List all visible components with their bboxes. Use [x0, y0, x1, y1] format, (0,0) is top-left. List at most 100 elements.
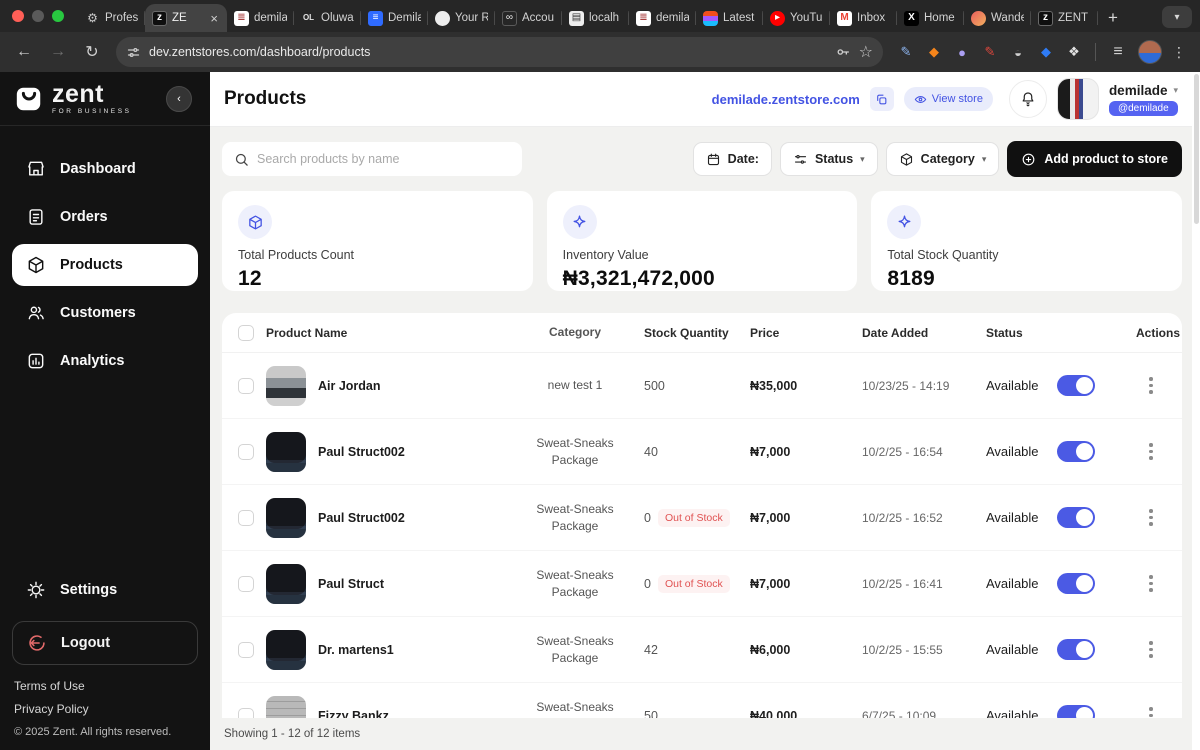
category-filter-button[interactable]: Category ▾	[885, 142, 1000, 176]
row-actions-menu-icon[interactable]	[1145, 373, 1157, 398]
browser-toolbar: ← → ↻ dev.zentstores.com/dashboard/produ…	[0, 32, 1200, 72]
availability-toggle[interactable]	[1056, 705, 1095, 718]
row-actions-menu-icon[interactable]	[1145, 571, 1157, 596]
column-header: Actions	[1136, 325, 1181, 340]
availability-toggle[interactable]	[1056, 507, 1095, 528]
product-price: ₦7,000	[750, 576, 791, 591]
browser-tab[interactable]: ≣ demila	[629, 4, 696, 32]
row-actions-menu-icon[interactable]	[1145, 637, 1157, 662]
row-actions-menu-icon[interactable]	[1145, 505, 1157, 530]
extensions-row: ✎ ◆ ● ✎ ◒ ◆ ❖	[893, 43, 1087, 61]
row-actions-menu-icon[interactable]	[1145, 439, 1157, 464]
site-settings-icon[interactable]	[126, 45, 141, 60]
privacy-link[interactable]: Privacy Policy	[14, 702, 196, 716]
reload-button[interactable]: ↻	[78, 38, 106, 66]
row-checkbox[interactable]	[238, 377, 254, 394]
browser-tab[interactable]: Latest	[696, 4, 763, 32]
row-checkbox[interactable]	[238, 509, 254, 526]
availability-toggle[interactable]	[1056, 573, 1095, 594]
sidebar-item-products[interactable]: Products	[12, 244, 198, 286]
availability-toggle[interactable]	[1056, 639, 1095, 660]
select-all-checkbox[interactable]	[238, 324, 254, 341]
sidebar-item-orders[interactable]: Orders	[12, 196, 198, 238]
sidebar-item-customers[interactable]: Customers	[12, 292, 198, 334]
browser-tab[interactable]: ▸ YouTub	[763, 4, 830, 32]
row-checkbox[interactable]	[238, 641, 254, 658]
stat-value: 12	[238, 267, 262, 290]
status-label: Available	[986, 378, 1039, 393]
zoom-window-button[interactable]	[52, 10, 64, 22]
url-text[interactable]: dev.zentstores.com/dashboard/products	[149, 45, 827, 59]
date-filter-button[interactable]: Date:	[692, 142, 772, 176]
extension-icon[interactable]: ✎	[981, 43, 999, 61]
page-content: Date: Status ▾ Category	[210, 127, 1192, 718]
tab-search-chevron-button[interactable]: ▾	[1162, 6, 1192, 28]
browser-tab[interactable]: OL Oluwa	[294, 4, 361, 32]
extension-icon[interactable]: ◒	[1009, 43, 1027, 61]
terms-link[interactable]: Terms of Use	[14, 679, 196, 693]
tab-groups-icon[interactable]: ≡	[1104, 38, 1132, 66]
passwords-key-icon[interactable]	[835, 44, 851, 60]
notifications-bell-button[interactable]	[1008, 80, 1047, 118]
status-label: Available	[986, 642, 1039, 657]
browser-profile-avatar[interactable]	[1138, 40, 1162, 64]
page-scrollbar[interactable]	[1192, 72, 1200, 750]
forward-button[interactable]: →	[44, 38, 72, 66]
status-label: Available	[986, 576, 1039, 591]
browser-tab[interactable]: M Inbox	[830, 4, 897, 32]
logout-button[interactable]: Logout	[12, 621, 198, 665]
view-store-button[interactable]: View store	[903, 87, 993, 111]
browser-tab[interactable]: ⚙ Profes	[78, 4, 145, 32]
back-button[interactable]: ←	[10, 38, 38, 66]
extension-icon[interactable]: ✎	[897, 43, 915, 61]
browser-tab[interactable]: ≡ Demila	[361, 4, 428, 32]
extension-icon[interactable]: ❖	[1065, 43, 1083, 61]
search-input[interactable]	[257, 152, 510, 166]
tab-title: demila	[254, 12, 287, 24]
address-bar[interactable]: dev.zentstores.com/dashboard/products ☆	[116, 37, 883, 67]
date-added: 10/2/25 - 16:54	[862, 444, 943, 459]
browser-tab[interactable]: ▤ localh	[562, 4, 629, 32]
extension-icon[interactable]: ◆	[1037, 43, 1055, 61]
store-url-link[interactable]: demilade.zentstore.com	[712, 92, 860, 107]
extension-icon[interactable]: ●	[953, 43, 971, 61]
sidebar-collapse-button[interactable]: ‹	[166, 86, 192, 112]
scrollbar-thumb[interactable]	[1193, 74, 1199, 224]
tab-favicon: ≡	[368, 10, 383, 26]
availability-toggle[interactable]	[1056, 375, 1095, 396]
minimize-window-button[interactable]	[32, 10, 44, 22]
sidebar-item-analytics[interactable]: Analytics	[12, 340, 198, 382]
browser-tab[interactable]: Wande	[964, 4, 1031, 32]
browser-tab[interactable]: z ZENT	[1031, 4, 1098, 32]
page-title: Products	[224, 88, 307, 109]
browser-tab[interactable]: ∞ Accou	[495, 4, 562, 32]
chevron-down-icon[interactable]: ▾	[1173, 85, 1178, 96]
extension-icon[interactable]: ◆	[925, 43, 943, 61]
cube-icon	[238, 205, 272, 239]
browser-tab[interactable]: Your R	[428, 4, 495, 32]
availability-toggle[interactable]	[1056, 441, 1095, 462]
sidebar-item-dashboard[interactable]: Dashboard	[12, 148, 198, 190]
row-checkbox[interactable]	[238, 575, 254, 592]
column-header: Date Added	[862, 325, 929, 340]
row-checkbox[interactable]	[238, 707, 254, 718]
status-filter-button[interactable]: Status ▾	[779, 142, 878, 176]
browser-menu-icon[interactable]: ⋮	[1168, 44, 1190, 61]
user-name[interactable]: demilade	[1109, 83, 1168, 98]
browser-tab[interactable]: X Home	[897, 4, 964, 32]
browser-tab[interactable]: z ZE ×	[145, 4, 227, 32]
new-tab-button[interactable]: +	[1098, 4, 1128, 32]
add-product-button[interactable]: Add product to store	[1007, 141, 1182, 177]
copy-icon[interactable]	[869, 87, 894, 111]
close-window-button[interactable]	[12, 10, 24, 22]
tab-close-icon[interactable]: ×	[208, 11, 220, 26]
browser-tab[interactable]: ≣ demila	[227, 4, 294, 32]
sidebar-item-settings[interactable]: Settings	[12, 569, 198, 611]
plus-circle-icon	[1023, 153, 1035, 165]
row-actions-menu-icon[interactable]	[1145, 703, 1157, 718]
row-checkbox[interactable]	[238, 443, 254, 460]
bookmark-star-icon[interactable]: ☆	[859, 42, 873, 62]
search-box[interactable]	[222, 142, 522, 176]
user-avatar[interactable]	[1056, 78, 1099, 120]
